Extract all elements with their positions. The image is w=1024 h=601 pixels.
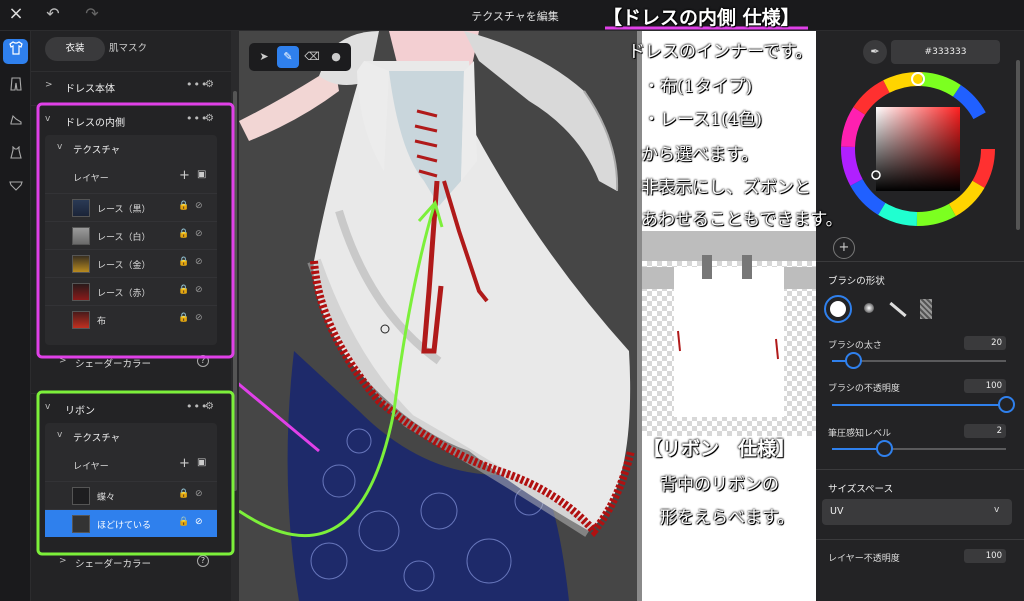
- pressure-value[interactable]: 2: [964, 424, 1006, 438]
- pressure-slider[interactable]: [832, 440, 1006, 457]
- size-space-select[interactable]: UV v: [822, 499, 1012, 525]
- brush-size-value[interactable]: 20: [964, 336, 1006, 350]
- annotation-inner-line: あわせることもできます。: [641, 210, 843, 230]
- color-wheel[interactable]: [840, 71, 996, 227]
- brush-opacity-value[interactable]: 100: [964, 379, 1006, 393]
- eyedropper-icon[interactable]: ✒: [863, 40, 887, 64]
- brush-round-icon[interactable]: [824, 295, 852, 323]
- brush-soft-icon[interactable]: [856, 295, 884, 323]
- annotation-inner-line: 非表示にし、ズボンと: [641, 178, 811, 198]
- annotation-ribbon-title: 【リボン 仕様】: [643, 438, 796, 460]
- brush-opacity-slider[interactable]: [832, 396, 1015, 413]
- annotation-inner-line: から選べます。: [641, 145, 759, 165]
- annotation-ribbon-line: 形をえらべます。: [660, 508, 795, 528]
- brush-size-label: ブラシの太さ: [828, 341, 882, 351]
- annotation-ribbon-line: 背中のリボンの: [660, 475, 779, 495]
- brush-settings-panel: ✒ #333333 + ブラシの形状 ブラシの太さ 20 ブラシの不透明度 10…: [816, 31, 1024, 601]
- size-space-value: UV: [830, 506, 844, 517]
- right-scrollbar[interactable]: [1016, 60, 1020, 230]
- brush-opacity-label: ブラシの不透明度: [828, 384, 900, 394]
- annotation-inner-title: 【ドレスの内側 仕様】: [603, 7, 800, 29]
- annotation-inner-line: ・レース1(4色): [643, 110, 763, 130]
- annotation-inner-line: ・布(1タイプ): [643, 77, 753, 97]
- chevron-down-icon: v: [994, 505, 1000, 515]
- pressure-label: 筆圧感知レベル: [828, 429, 892, 439]
- annotation-inner-line: ドレスのインナーです。: [628, 42, 813, 62]
- brush-line-icon[interactable]: [884, 295, 912, 323]
- brush-shape-label: ブラシの形状: [828, 276, 885, 287]
- layer-opacity-value[interactable]: 100: [964, 549, 1006, 563]
- brush-texture-icon[interactable]: [912, 295, 940, 323]
- add-color-icon[interactable]: +: [833, 237, 855, 259]
- hex-color-input[interactable]: #333333: [891, 40, 1000, 64]
- size-space-label: サイズスペース: [828, 484, 894, 495]
- brush-size-slider[interactable]: [832, 352, 1006, 369]
- layer-opacity-label: レイヤー不透明度: [828, 554, 900, 564]
- uv-layout: [642, 231, 816, 417]
